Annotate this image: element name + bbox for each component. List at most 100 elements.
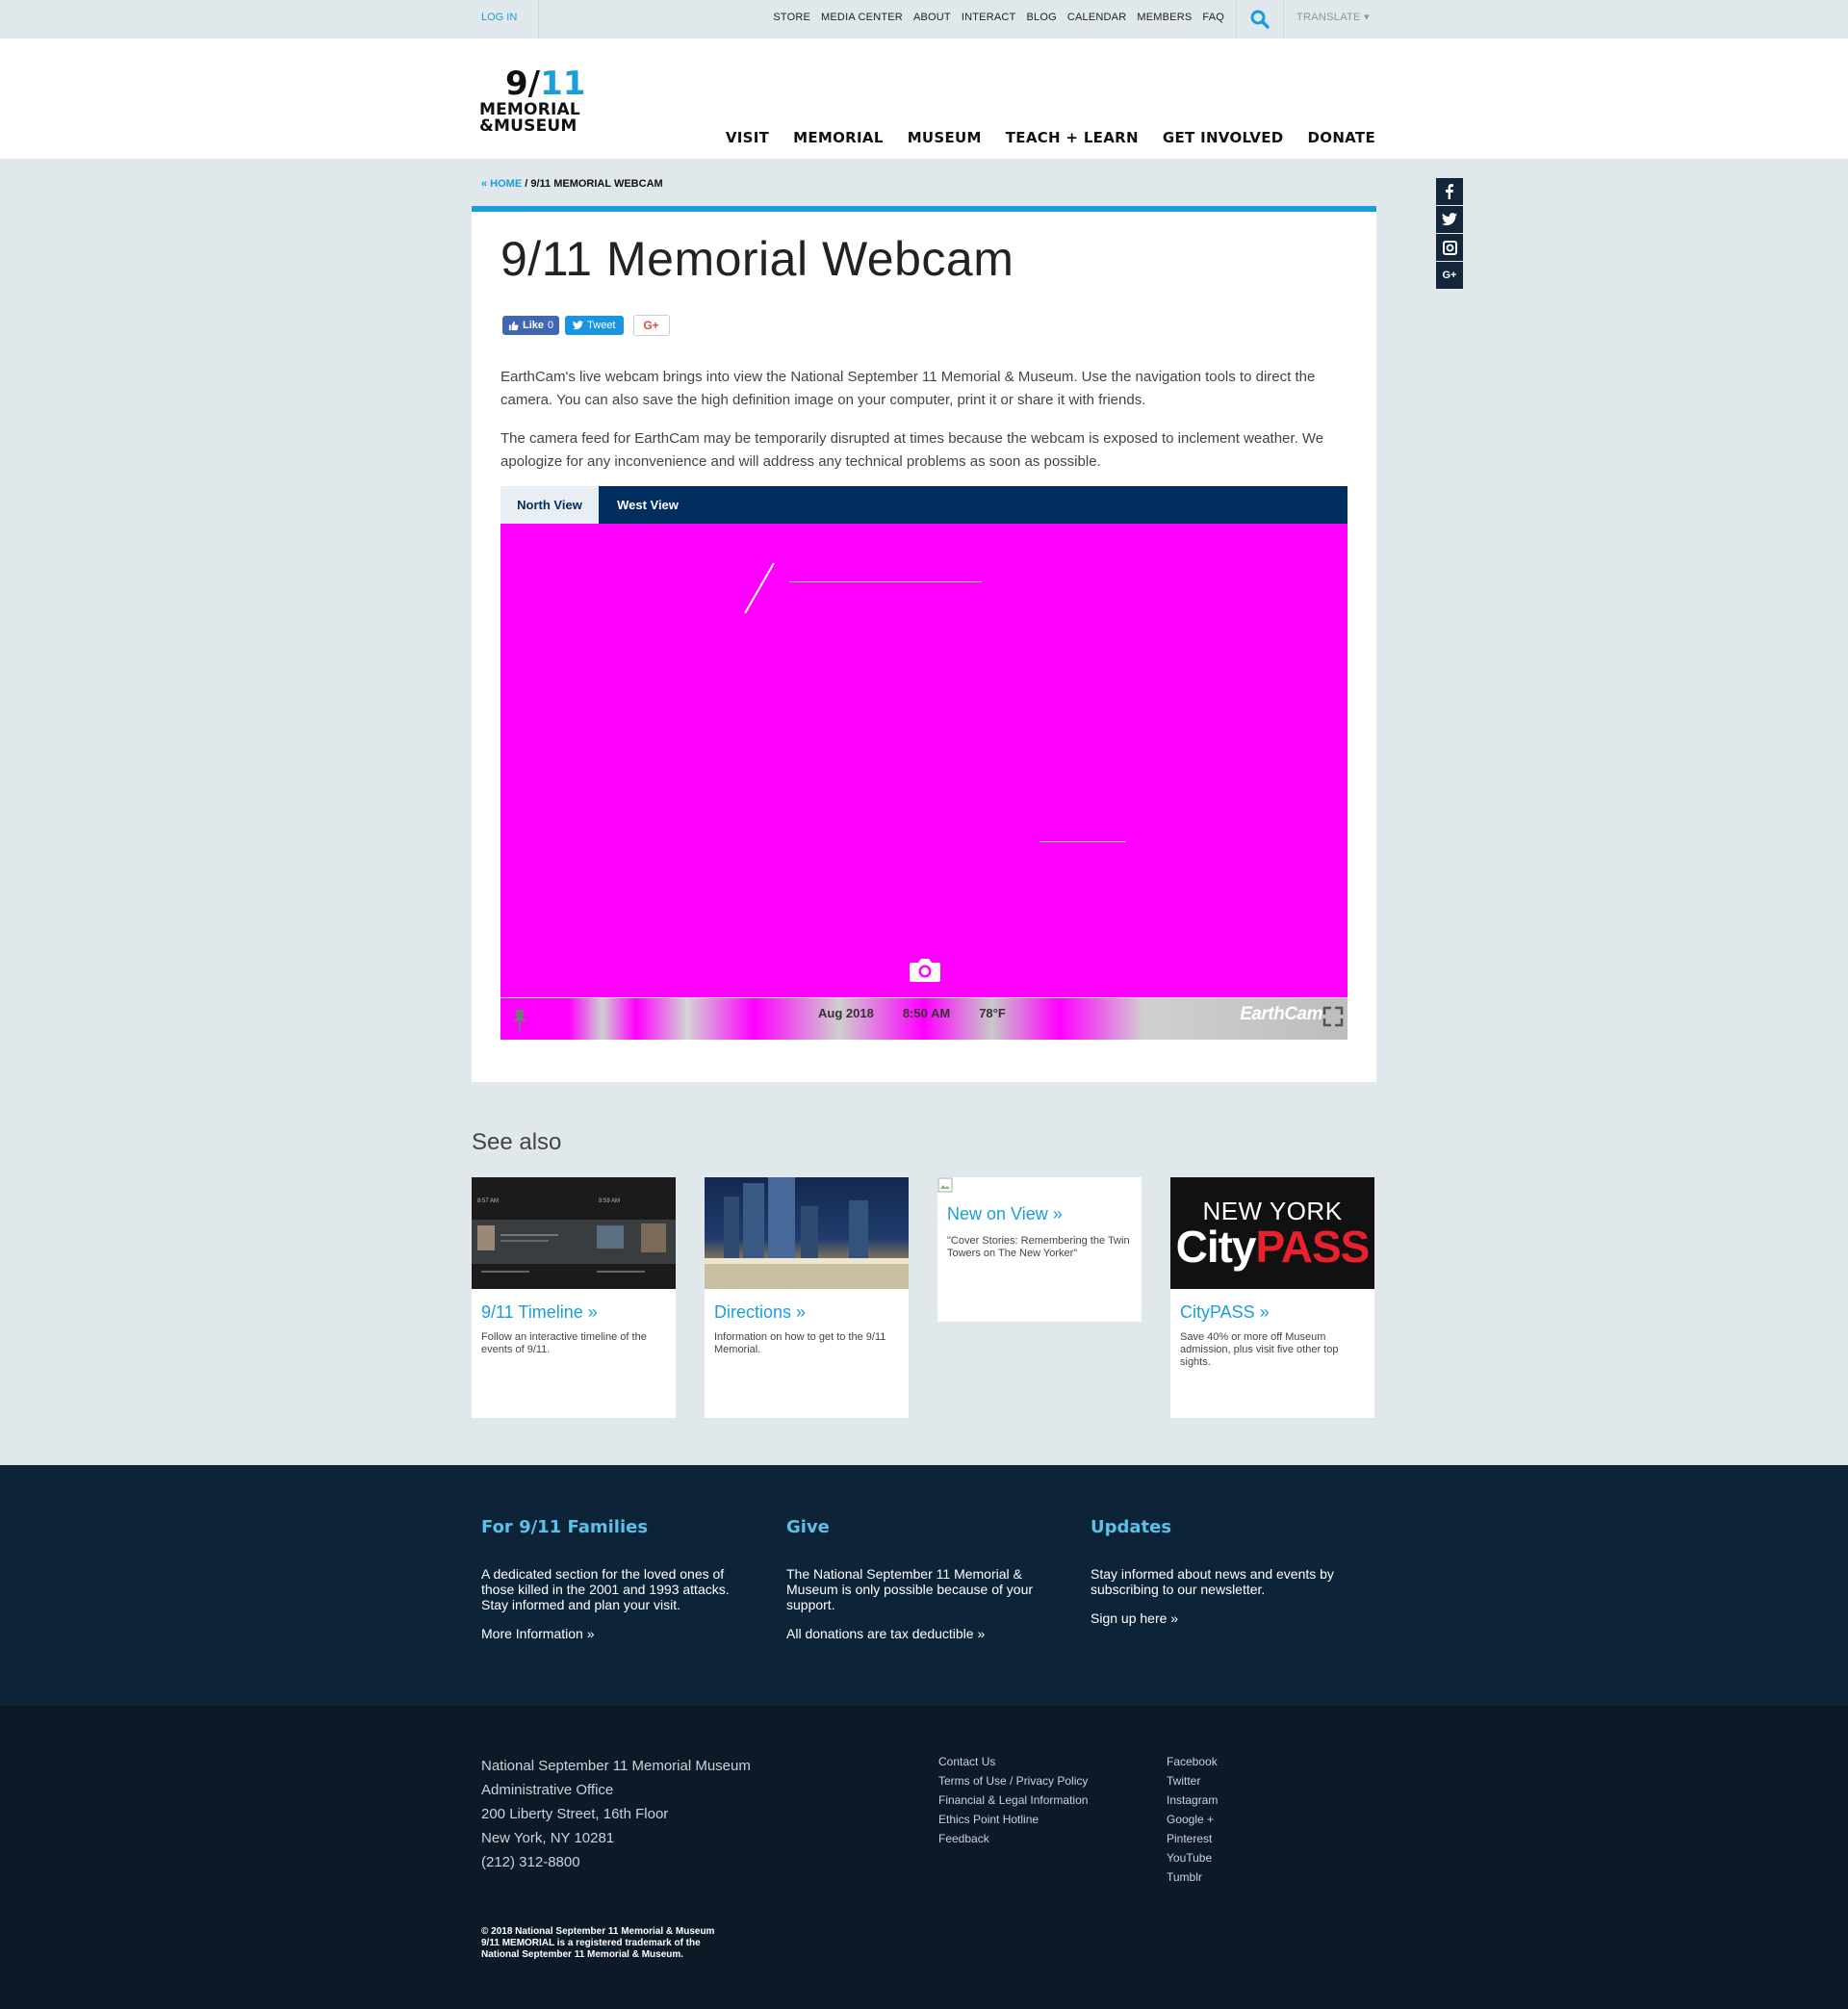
pushpin-icon: [513, 1010, 526, 1033]
footer-link-google-plus[interactable]: Google +: [1167, 1812, 1218, 1827]
breadcrumb-current: 9/11 MEMORIAL WEBCAM: [530, 178, 663, 190]
disclaimer-paragraph: The camera feed for EarthCam may be temp…: [500, 430, 1324, 470]
fullscreen-icon: [1322, 1006, 1344, 1027]
footer-link-financial[interactable]: Financial & Legal Information: [938, 1792, 1088, 1808]
utility-link-media-center[interactable]: MEDIA CENTER: [821, 12, 903, 23]
webcam-control-bar: Aug 2018 8:50 AM 78°F EarthCam: [500, 997, 1348, 1040]
google-plus-share-button[interactable]: G+: [1436, 262, 1463, 289]
nav-donate[interactable]: DONATE: [1308, 129, 1375, 146]
twitter-share-button[interactable]: [1436, 206, 1463, 233]
webcam-temperature: 78°F: [979, 1006, 1006, 1020]
webcam-viewer[interactable]: Aug 2018 8:50 AM 78°F EarthCam: [500, 524, 1348, 1040]
citypass-logo-city: City: [1175, 1222, 1257, 1272]
tile-new-on-view-title: New on View »: [947, 1204, 1063, 1223]
footer-links: Contact Us Terms of Use / Privacy Policy…: [938, 1754, 1088, 1846]
citypass-thumbnail: NEW YORK CityPASS: [1170, 1177, 1374, 1289]
footer-families-title: For 9/11 Families: [481, 1517, 649, 1537]
instagram-share-button[interactable]: [1436, 234, 1463, 261]
tile-directions-title: Directions »: [714, 1302, 807, 1322]
logo-line-museum: &MUSEUM: [479, 116, 578, 136]
image-artifact: [1040, 841, 1126, 842]
utility-link-calendar[interactable]: CALENDAR: [1067, 12, 1127, 23]
footer-link-youtube[interactable]: YouTube: [1167, 1850, 1218, 1866]
footer-updates-title: Updates: [1091, 1517, 1172, 1537]
facebook-like-button[interactable]: Like 0: [502, 316, 560, 335]
instagram-icon: [1442, 240, 1457, 255]
tile-new-on-view[interactable]: New on View » "Cover Stories: Rememberin…: [937, 1177, 1142, 1322]
utility-link-faq[interactable]: FAQ: [1202, 12, 1224, 23]
tab-west-view[interactable]: West View: [599, 486, 697, 524]
site-header: 9/11 MEMORIAL &MUSEUM VISIT MEMORIAL MUS…: [0, 39, 1848, 159]
camera-icon: [910, 959, 940, 982]
utility-link-store[interactable]: STORE: [773, 12, 810, 23]
nav-visit[interactable]: VISIT: [726, 129, 769, 146]
search-button[interactable]: [1236, 0, 1284, 39]
nav-museum[interactable]: MUSEUM: [908, 129, 982, 146]
utility-link-about[interactable]: ABOUT: [913, 12, 951, 23]
tweet-label: Tweet: [587, 320, 616, 331]
fullscreen-button[interactable]: [1322, 1006, 1344, 1032]
address-line: 200 Liberty Street, 16th Floor: [481, 1806, 669, 1822]
footer-col-families: For 9/11 Families A dedicated section fo…: [481, 1517, 741, 1641]
timeline-thumb-time-a: 8:57 AM: [477, 1198, 499, 1204]
translate-dropdown[interactable]: TRANSLATE ▾: [1296, 0, 1370, 39]
tile-new-on-view-desc: "Cover Stories: Remembering the Twin Tow…: [947, 1235, 1130, 1259]
twitter-icon: [1442, 213, 1457, 226]
earthcam-logo: EarthCam: [1240, 1004, 1322, 1024]
footer-link-terms[interactable]: Terms of Use / Privacy Policy: [938, 1773, 1088, 1789]
footer-link-ethics[interactable]: Ethics Point Hotline: [938, 1812, 1088, 1827]
footer-give-title: Give: [786, 1517, 830, 1537]
site-logo[interactable]: 9/11 MEMORIAL &MUSEUM: [479, 65, 595, 135]
intro-paragraph: EarthCam's live webcam brings into view …: [500, 369, 1316, 408]
utility-link-blog[interactable]: BLOG: [1026, 12, 1056, 23]
search-icon: [1250, 10, 1270, 29]
snapshot-button[interactable]: [909, 957, 941, 989]
tweet-button[interactable]: Tweet: [565, 316, 624, 335]
login-link[interactable]: LOG IN: [481, 0, 539, 39]
citypass-logo-wordmark: CityPASS: [1175, 1222, 1371, 1272]
timeline-thumb-time-b: 8:59 AM: [599, 1198, 620, 1204]
like-count: 0: [548, 320, 554, 331]
footer-col-give: Give The National September 11 Memorial …: [786, 1517, 1046, 1641]
footer-give-text: The National September 11 Memorial & Mus…: [786, 1566, 1034, 1612]
nav-teach-learn[interactable]: TEACH + LEARN: [1006, 129, 1139, 146]
facebook-share-button[interactable]: [1436, 178, 1463, 205]
footer-link-pinterest[interactable]: Pinterest: [1167, 1831, 1218, 1846]
utility-link-members[interactable]: MEMBERS: [1137, 12, 1192, 23]
footer-link-twitter[interactable]: Twitter: [1167, 1773, 1218, 1789]
pin-button[interactable]: [508, 1008, 531, 1038]
footer-link-feedback[interactable]: Feedback: [938, 1831, 1088, 1846]
address-line: National September 11 Memorial Museum: [481, 1758, 751, 1774]
tile-timeline[interactable]: 8:57 AM 8:59 AM 9/11 Timeline » Follow a…: [472, 1177, 676, 1418]
footer-link-facebook[interactable]: Facebook: [1167, 1754, 1218, 1769]
page-title: 9/11 Memorial Webcam: [500, 232, 1014, 286]
footer-families-link[interactable]: More Information »: [481, 1626, 741, 1641]
citypass-logo-line1: NEW YORK: [1202, 1197, 1343, 1225]
logo-eleven: 11: [540, 64, 586, 103]
webcam-date: Aug 2018: [818, 1006, 874, 1020]
footer-link-tumblr[interactable]: Tumblr: [1167, 1869, 1218, 1885]
citypass-logo-pass: PASS: [1255, 1222, 1371, 1272]
copyright-notice: © 2018 National September 11 Memorial & …: [481, 1926, 760, 1961]
breadcrumb-home[interactable]: « HOME: [481, 178, 522, 190]
utility-link-interact[interactable]: INTERACT: [962, 12, 1016, 23]
nav-memorial[interactable]: MEMORIAL: [793, 129, 884, 146]
webcam-time: 8:50 AM: [902, 1006, 951, 1020]
like-label: Like: [523, 320, 545, 331]
footer-link-contact[interactable]: Contact Us: [938, 1754, 1088, 1769]
tab-north-view[interactable]: North View: [500, 486, 599, 524]
google-plus-button[interactable]: G+: [632, 315, 670, 336]
nav-get-involved[interactable]: GET INVOLVED: [1163, 129, 1284, 146]
webcam-tabs: North View West View: [500, 486, 1348, 524]
breadcrumb: « HOME / 9/11 MEMORIAL WEBCAM: [481, 178, 663, 190]
logo-numerals: 9/11: [479, 65, 595, 102]
footer-updates-link[interactable]: Sign up here »: [1091, 1610, 1350, 1626]
footer-updates-text: Stay informed about news and events by s…: [1091, 1566, 1334, 1597]
footer-give-link[interactable]: All donations are tax deductible »: [786, 1626, 1046, 1641]
tile-citypass[interactable]: NEW YORK CityPASS CityPASS » Save 40% or…: [1170, 1177, 1374, 1418]
social-share-rail: G+: [1436, 178, 1463, 289]
tile-directions[interactable]: Directions » Information on how to get t…: [705, 1177, 909, 1418]
timeline-screenshot-graphic: 8:57 AM 8:59 AM: [472, 1177, 676, 1289]
footer-link-instagram[interactable]: Instagram: [1167, 1792, 1218, 1808]
logo-nine: 9/: [505, 64, 541, 103]
